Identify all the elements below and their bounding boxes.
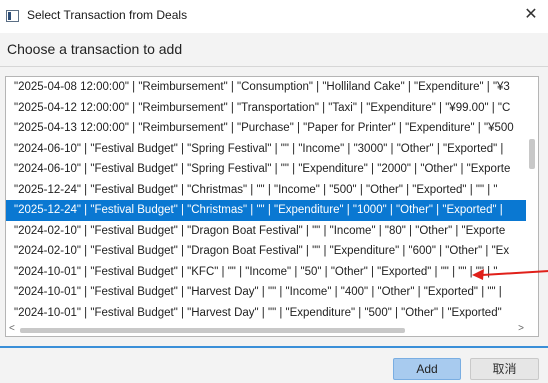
add-button[interactable]: Add <box>393 358 461 380</box>
dialog-header: Choose a transaction to add <box>0 33 548 67</box>
title-bar: Select Transaction from Deals ✕ <box>0 0 548 33</box>
list-item[interactable]: "2025-04-12 12:00:00" | "Reimbursement" … <box>6 98 528 119</box>
list-item[interactable]: "2024-02-10" | "Festival Budget" | "Drag… <box>6 241 528 262</box>
app-window-icon <box>6 10 19 22</box>
list-item[interactable]: "2025-04-13 12:00:00" | "Reimbursement" … <box>6 118 528 139</box>
list-item[interactable]: "2025-04-08 12:00:00" | "Reimbursement" … <box>6 77 528 98</box>
list-item-selected[interactable]: "2025-12-24" | "Festival Budget" | "Chri… <box>6 200 528 221</box>
dialog-content: "2025-04-08 12:00:00" | "Reimbursement" … <box>0 67 548 346</box>
list-item[interactable]: "2024-10-01" | "Festival Budget" | "Harv… <box>6 303 528 324</box>
list-item[interactable]: "2024-10-01" | "Festival Budget" | "Harv… <box>6 282 528 303</box>
scroll-right-arrow-icon[interactable]: > <box>518 323 524 334</box>
list-item[interactable]: "2024-06-10" | "Festival Budget" | "Spri… <box>6 159 528 180</box>
close-icon[interactable]: ✕ <box>522 5 540 25</box>
transaction-list[interactable]: "2025-04-08 12:00:00" | "Reimbursement" … <box>5 76 539 337</box>
list-item[interactable]: "2024-02-10" | "Festival Budget" | "Drag… <box>6 221 528 242</box>
dialog-prompt: Choose a transaction to add <box>7 41 183 57</box>
list-item[interactable]: "2024-10-01" | "Festival Budget" | "KFC"… <box>6 262 528 283</box>
list-item[interactable]: "2024-06-10" | "Festival Budget" | "Spri… <box>6 139 528 160</box>
transaction-list-items: "2025-04-08 12:00:00" | "Reimbursement" … <box>6 77 528 325</box>
window-title: Select Transaction from Deals <box>27 8 188 22</box>
list-item[interactable]: "2025-12-24" | "Festival Budget" | "Chri… <box>6 180 528 201</box>
horizontal-scroll-thumb[interactable] <box>20 328 405 333</box>
scroll-left-arrow-icon[interactable]: < <box>9 323 15 334</box>
horizontal-scrollbar[interactable]: < > <box>6 323 538 336</box>
vertical-scroll-thumb[interactable] <box>529 139 535 169</box>
cancel-button[interactable]: 取消 <box>470 358 539 380</box>
vertical-scrollbar[interactable] <box>526 77 538 325</box>
dialog-footer: Add 取消 <box>0 346 548 383</box>
